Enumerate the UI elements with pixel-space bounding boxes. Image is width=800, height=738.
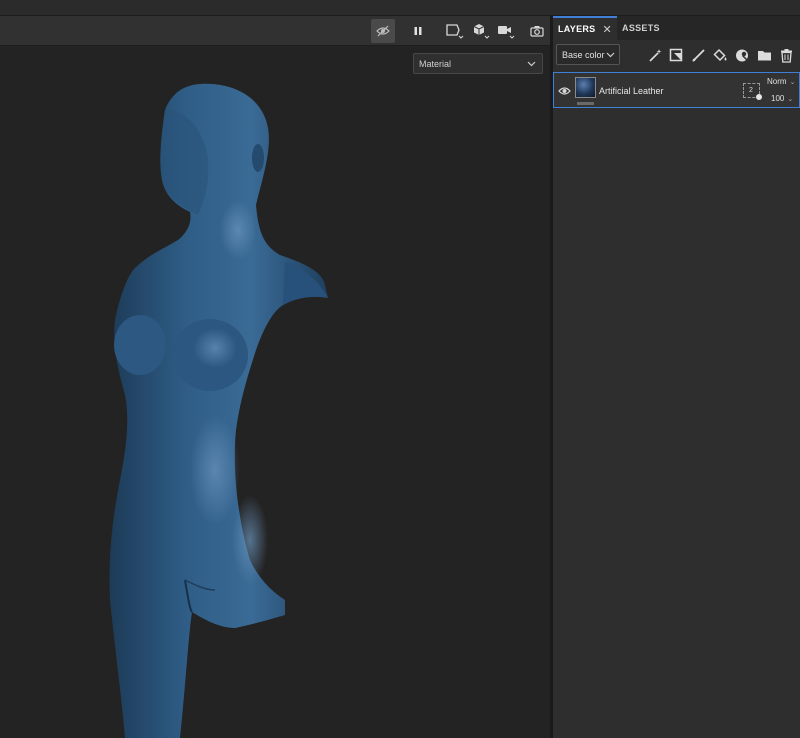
cube-view-button[interactable] <box>470 19 492 43</box>
tab-assets[interactable]: ASSETS <box>617 16 665 40</box>
mask-count-badge[interactable]: 2 <box>743 83 762 100</box>
tab-label: LAYERS <box>558 24 596 34</box>
fill-bucket-button[interactable] <box>712 47 728 63</box>
layer-name[interactable]: Artificial Leather <box>599 86 664 96</box>
close-icon[interactable]: ✕ <box>602 23 612 36</box>
mask-dot-icon <box>756 94 762 100</box>
opacity-select[interactable]: 100 ⌄ <box>771 94 793 103</box>
add-mask-button[interactable] <box>668 47 684 63</box>
layer-thumbnail[interactable] <box>575 77 596 98</box>
app-window: Material LAYERS ✕ ASSETS Base color Arti… <box>0 0 800 738</box>
chevron-down-icon <box>606 52 615 58</box>
menu-bar <box>0 0 800 16</box>
visibility-toggle[interactable] <box>558 83 571 101</box>
mask-count: 2 <box>749 87 753 94</box>
chevron-down-icon <box>527 61 536 67</box>
tab-layers[interactable]: LAYERS ✕ <box>553 16 618 40</box>
tab-label: ASSETS <box>622 23 660 33</box>
smart-material-icon <box>735 49 749 62</box>
panel-tabs: LAYERS ✕ ASSETS <box>553 16 800 40</box>
add-mask-icon <box>669 48 682 61</box>
screenshot-button[interactable] <box>528 19 546 43</box>
layers-panel: LAYERS ✕ ASSETS Base color Artificial Le… <box>553 16 800 738</box>
3d-viewport[interactable]: Material <box>0 47 550 738</box>
add-effect-icon <box>648 48 661 62</box>
channel-select[interactable]: Base color <box>556 44 620 65</box>
pause-button[interactable] <box>409 19 427 43</box>
display-mode-select[interactable]: Material <box>413 53 543 74</box>
cube-icon <box>473 24 490 39</box>
fill-bucket-icon <box>712 48 726 61</box>
viewport-toolbar <box>0 16 552 46</box>
layer-row[interactable]: Artificial Leather 2 Norm ⌄ 100 ⌄ <box>553 72 800 108</box>
pause-icon <box>414 27 422 35</box>
blend-mode-value: Norm <box>767 77 787 86</box>
layer-toolbar: Base color <box>553 40 800 70</box>
camera-button[interactable] <box>495 19 517 43</box>
screenshot-icon <box>530 26 544 37</box>
paint-brush-icon <box>692 48 705 61</box>
camera-icon <box>498 26 515 39</box>
folder-icon <box>757 50 771 60</box>
hide-ui-icon <box>376 25 390 37</box>
add-effect-button[interactable] <box>647 47 663 63</box>
viewport-mode-button[interactable] <box>443 19 465 43</box>
mannequin-mesh[interactable] <box>0 47 550 738</box>
display-mode-value: Material <box>419 58 452 69</box>
eye-icon <box>558 87 571 95</box>
add-folder-button[interactable] <box>756 47 772 63</box>
delete-layer-button[interactable] <box>778 47 794 63</box>
smart-material-button[interactable] <box>734 47 750 63</box>
channel-value: Base color <box>562 49 605 60</box>
trash-icon <box>780 48 792 63</box>
opacity-value: 100 <box>771 94 785 103</box>
chevron-down-icon: ⌄ <box>789 79 796 86</box>
paint-brush-button[interactable] <box>690 47 706 63</box>
hide-ui-button[interactable] <box>371 19 395 43</box>
blend-mode-select[interactable]: Norm ⌄ <box>767 77 795 86</box>
thumbnail-bar <box>577 102 594 105</box>
viewport-mode-icon <box>446 24 464 39</box>
chevron-down-icon: ⌄ <box>787 96 794 103</box>
